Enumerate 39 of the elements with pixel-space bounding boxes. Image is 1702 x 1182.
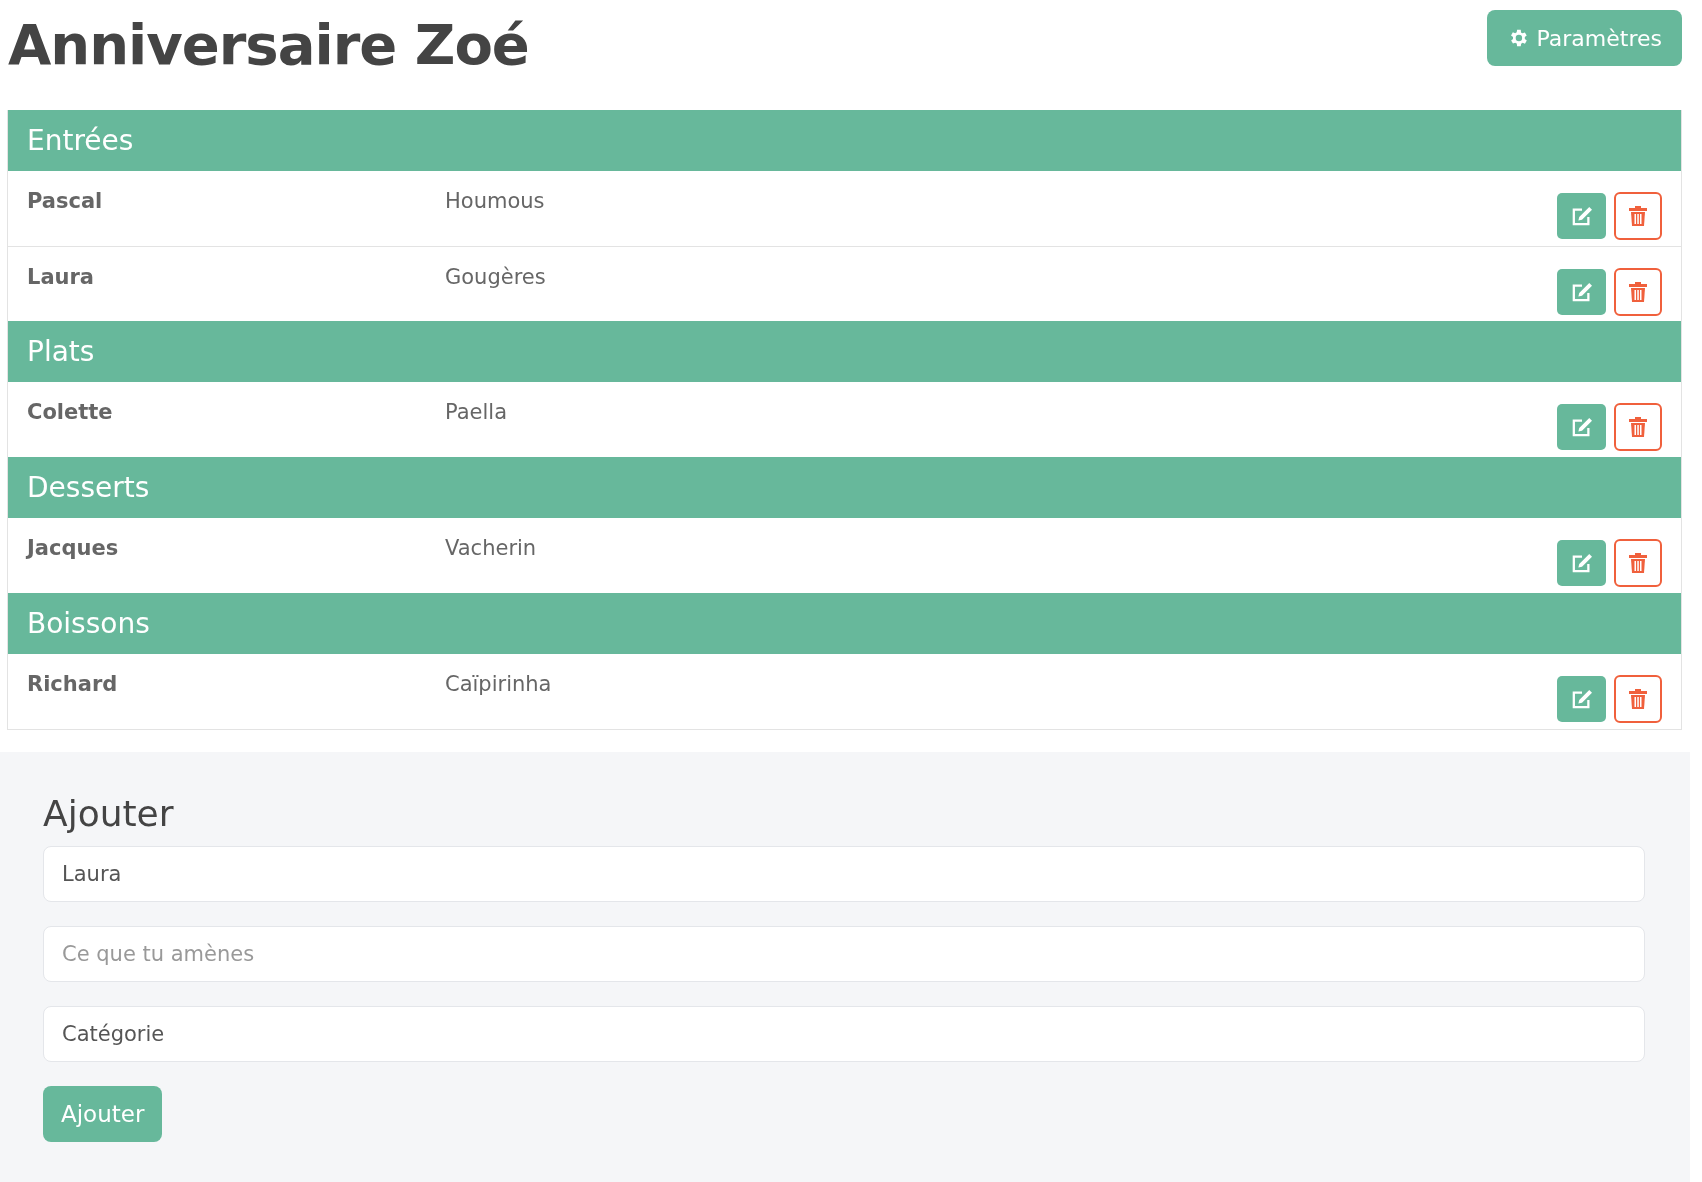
category-header: Boissons: [8, 593, 1681, 654]
person-name: Pascal: [27, 189, 104, 213]
input-field[interactable]: Laura: [43, 846, 1645, 902]
edit-button[interactable]: [1557, 193, 1606, 239]
delete-button[interactable]: [1614, 268, 1662, 316]
delete-button[interactable]: [1614, 675, 1662, 723]
delete-button[interactable]: [1614, 403, 1662, 451]
edit-icon: [1570, 689, 1593, 709]
page-title: Anniversaire Zoé: [8, 11, 529, 79]
input-field[interactable]: Catégorie: [43, 1006, 1645, 1062]
category-header: Plats: [8, 321, 1681, 382]
trash-icon: [1629, 282, 1647, 302]
trash-icon: [1629, 417, 1647, 437]
dish-name: Vacherin: [445, 536, 538, 560]
edit-icon: [1570, 417, 1593, 437]
input-field[interactable]: Ce que tu amènes: [43, 926, 1645, 982]
person-name: Colette: [27, 400, 114, 424]
trash-icon: [1629, 689, 1647, 709]
delete-button[interactable]: [1614, 539, 1662, 587]
dish-name: Houmous: [445, 189, 546, 213]
edit-icon: [1570, 282, 1593, 302]
edit-button[interactable]: [1557, 404, 1606, 450]
category-header: Desserts: [8, 457, 1681, 518]
person-name: Jacques: [27, 536, 120, 560]
person-name: Richard: [27, 672, 119, 696]
person-name: Laura: [27, 265, 96, 289]
trash-icon: [1629, 206, 1647, 226]
dish-name: Caïpirinha: [445, 672, 553, 696]
dish-name: Paella: [445, 400, 509, 424]
edit-button[interactable]: [1557, 269, 1606, 315]
edit-button[interactable]: [1557, 540, 1606, 586]
edit-button[interactable]: [1557, 676, 1606, 722]
trash-icon: [1629, 553, 1647, 573]
edit-icon: [1570, 553, 1593, 573]
form-heading: Ajouter: [43, 792, 175, 836]
category-header: Entrées: [8, 110, 1681, 171]
dish-name: Gougères: [445, 265, 547, 289]
delete-button[interactable]: [1614, 192, 1662, 240]
edit-icon: [1570, 206, 1593, 226]
